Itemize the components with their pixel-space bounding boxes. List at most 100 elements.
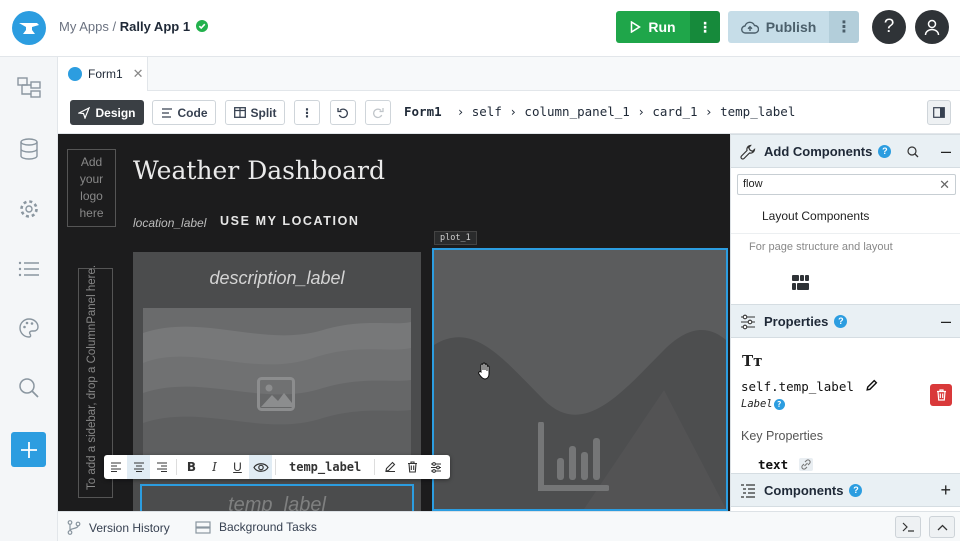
divider — [731, 233, 960, 234]
collapse-properties[interactable]: – — [941, 311, 951, 332]
plus-icon — [20, 441, 37, 458]
database-icon[interactable] — [17, 137, 41, 161]
design-mode-button[interactable]: Design — [70, 100, 144, 125]
clear-search-icon[interactable]: ✕ — [939, 175, 950, 194]
send-arrow-icon — [78, 106, 91, 119]
logo-placeholder[interactable]: Add your logo here — [67, 149, 116, 227]
publish-button[interactable]: Publish — [728, 11, 829, 43]
code-mode-button[interactable]: Code — [152, 100, 216, 125]
search-icon[interactable] — [907, 146, 919, 158]
toolbar-divider — [374, 459, 376, 475]
toggle-side-panel-button[interactable] — [927, 100, 951, 125]
expand-bottom-panel-button[interactable] — [929, 516, 955, 538]
split-mode-button[interactable]: Split — [225, 100, 285, 125]
path-segments[interactable]: › self › column_panel_1 › card_1 › temp_… — [457, 104, 796, 119]
properties-sliders-button[interactable] — [424, 455, 447, 479]
pencil-icon[interactable] — [865, 379, 878, 392]
anvil-logo[interactable] — [12, 11, 46, 45]
temp-label-selected[interactable]: temp_label — [140, 484, 414, 511]
app-structure-icon[interactable] — [17, 76, 41, 100]
delete-component-button[interactable] — [401, 455, 424, 479]
expand-components[interactable]: + — [940, 480, 951, 501]
properties-header[interactable]: Properties? – — [731, 304, 960, 338]
component-name[interactable]: temp_label — [279, 460, 371, 474]
text-property-label: text — [758, 457, 789, 472]
close-tab-icon[interactable]: ✕ — [133, 66, 144, 82]
flow-panel-icon[interactable] — [792, 275, 809, 290]
align-right-button[interactable] — [150, 455, 173, 479]
breadcrumb-separator: / — [112, 19, 117, 34]
version-history-label: Version History — [89, 520, 170, 535]
publish-options-button[interactable]: ⋮ — [829, 11, 859, 43]
user-account-button[interactable] — [915, 10, 949, 44]
add-plus-button[interactable] — [11, 432, 46, 467]
terminal-button[interactable] — [895, 516, 921, 538]
selected-component-name[interactable]: self.temp_label — [741, 379, 878, 394]
play-icon — [631, 21, 642, 33]
component-search-input[interactable]: flow ✕ — [737, 174, 956, 195]
list-icon[interactable] — [17, 257, 41, 281]
git-branch-icon — [67, 520, 81, 535]
undo-button[interactable] — [330, 100, 356, 125]
path-root[interactable]: Form1 — [404, 104, 442, 119]
add-components-header[interactable]: Add Components? – — [731, 134, 960, 168]
pencil-icon — [385, 461, 396, 473]
run-options-button[interactable]: ⋮ — [690, 11, 720, 43]
trash-icon — [936, 389, 946, 401]
user-icon — [924, 19, 940, 36]
saved-check-icon — [196, 20, 209, 32]
align-center-button[interactable] — [127, 455, 150, 479]
use-my-location-button[interactable]: USE MY LOCATION — [220, 214, 360, 228]
components-header[interactable]: Components? + — [731, 473, 960, 507]
plot-tag: plot_1 — [434, 231, 477, 245]
rename-button[interactable] — [378, 455, 401, 479]
description-label[interactable]: description_label — [133, 268, 421, 289]
tab-form1[interactable]: Form1 ✕ — [58, 57, 148, 91]
top-bar: My Apps / Rally App 1 Run ⋮ Publish ⋮ ? — [0, 0, 960, 57]
breadcrumb: My Apps / Rally App 1 — [59, 19, 209, 34]
help-badge-icon[interactable]: ? — [849, 483, 863, 497]
link-binding-icon[interactable] — [798, 458, 813, 471]
settings-gear-icon[interactable] — [17, 197, 41, 221]
redo-icon — [373, 107, 384, 118]
redo-button[interactable] — [365, 100, 391, 125]
component-path-breadcrumb: Form1 › self › column_panel_1 › card_1 ›… — [404, 104, 795, 119]
layout-components-description: For page structure and layout — [749, 241, 893, 253]
background-tasks-button[interactable]: Background Tasks — [195, 520, 317, 534]
text-property[interactable]: text — [758, 457, 813, 472]
toolbar-divider — [176, 459, 177, 475]
component-type-label: Label? — [741, 398, 785, 410]
align-left-button[interactable] — [104, 455, 127, 479]
delete-component-button[interactable] — [930, 384, 952, 406]
help-badge-icon[interactable]: ? — [834, 314, 848, 328]
bold-button[interactable]: B — [180, 455, 203, 479]
plot-1[interactable] — [432, 248, 728, 511]
layout-components-heading[interactable]: Layout Components — [762, 209, 869, 223]
bar-chart-icon — [538, 422, 609, 491]
image-icon — [257, 377, 295, 411]
italic-button[interactable]: I — [203, 455, 226, 479]
visibility-toggle-button[interactable] — [249, 455, 272, 479]
sliders-icon — [430, 461, 441, 473]
more-options-button[interactable]: ⋮ — [294, 100, 320, 125]
code-label: Code — [177, 105, 208, 120]
underline-button[interactable]: U — [226, 455, 249, 479]
wrench-icon — [740, 144, 756, 160]
location-label[interactable]: location_label — [133, 216, 206, 230]
theme-palette-icon[interactable] — [17, 316, 41, 340]
help-badge-icon[interactable]: ? — [878, 144, 892, 158]
search-icon[interactable] — [17, 376, 41, 400]
app-name[interactable]: Rally App 1 — [120, 19, 190, 34]
page-title[interactable]: Weather Dashboard — [133, 156, 385, 185]
prop-name-text: self.temp_label — [741, 379, 854, 394]
help-button[interactable]: ? — [872, 10, 906, 44]
run-button[interactable]: Run — [616, 11, 690, 43]
component-floating-toolbar: B I U temp_label — [104, 455, 450, 479]
collapse-add-components[interactable]: – — [941, 141, 951, 162]
designer-toolbar: Design Code Split ⋮ Form1 › self › colum… — [58, 91, 960, 134]
help-badge-icon[interactable]: ? — [773, 399, 785, 410]
image-placeholder[interactable] — [143, 308, 411, 458]
tab-label: Form1 — [88, 67, 123, 81]
version-history-button[interactable]: Version History — [67, 520, 170, 535]
breadcrumb-my-apps[interactable]: My Apps — [59, 19, 109, 34]
